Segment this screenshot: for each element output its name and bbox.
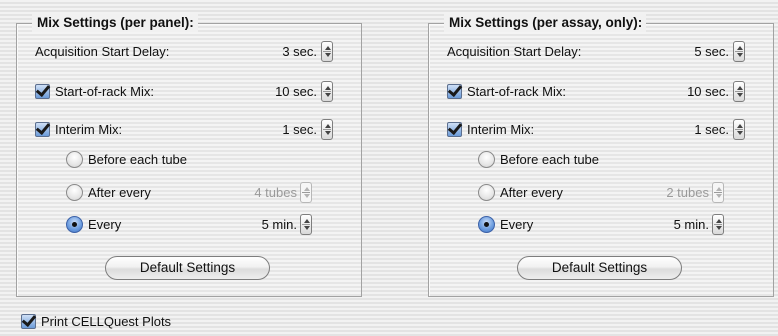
- interim-mix-label: Interim Mix:: [467, 122, 535, 137]
- every-radio[interactable]: [478, 216, 495, 233]
- start-of-rack-row: Start-of-rack Mix: 10 sec.: [429, 81, 773, 103]
- panel-title: Mix Settings (per panel):: [32, 14, 198, 32]
- acquisition-delay-stepper[interactable]: [321, 41, 333, 62]
- every-value: 5 min.: [261, 217, 297, 232]
- start-of-rack-value: 10 sec.: [275, 84, 317, 99]
- after-every-label: After every: [500, 185, 563, 200]
- acquisition-delay-row: Acquisition Start Delay: 3 sec.: [17, 41, 361, 63]
- before-each-tube-radio[interactable]: [478, 151, 495, 168]
- after-every-value: 4 tubes: [254, 185, 297, 200]
- every-stepper[interactable]: [300, 214, 312, 235]
- start-of-rack-checkbox[interactable]: [35, 84, 50, 99]
- before-each-tube-radio[interactable]: [66, 151, 83, 168]
- interim-mix-value: 1 sec.: [694, 122, 729, 137]
- after-every-radio[interactable]: [478, 184, 495, 201]
- after-every-row: After every 4 tubes: [17, 182, 361, 204]
- default-settings-button[interactable]: Default Settings: [517, 256, 682, 280]
- after-every-value: 2 tubes: [666, 185, 709, 200]
- after-every-row: After every 2 tubes: [429, 182, 773, 204]
- start-of-rack-label: Start-of-rack Mix:: [467, 84, 566, 99]
- interim-mix-row: Interim Mix: 1 sec.: [17, 119, 361, 141]
- acquisition-delay-label: Acquisition Start Delay:: [447, 44, 582, 59]
- start-of-rack-value: 10 sec.: [687, 84, 729, 99]
- before-each-tube-row: Before each tube: [17, 149, 361, 171]
- start-of-rack-checkbox[interactable]: [447, 84, 462, 99]
- acquisition-delay-stepper[interactable]: [733, 41, 745, 62]
- before-each-tube-label: Before each tube: [500, 152, 600, 167]
- acquisition-delay-value: 5 sec.: [694, 44, 729, 59]
- every-label: Every: [500, 217, 534, 232]
- every-row: Every 5 min.: [17, 214, 361, 236]
- interim-mix-label: Interim Mix:: [55, 122, 123, 137]
- start-of-rack-stepper[interactable]: [733, 81, 745, 102]
- acquisition-delay-label: Acquisition Start Delay:: [35, 44, 170, 59]
- interim-mix-row: Interim Mix: 1 sec.: [429, 119, 773, 141]
- mix-settings-per-panel-group: Mix Settings (per panel): Acquisition St…: [16, 14, 362, 297]
- after-every-stepper[interactable]: [300, 182, 312, 203]
- after-every-label: After every: [88, 185, 151, 200]
- after-every-stepper[interactable]: [712, 182, 724, 203]
- start-of-rack-row: Start-of-rack Mix: 10 sec.: [17, 81, 361, 103]
- every-row: Every 5 min.: [429, 214, 773, 236]
- print-cellquest-plots-row: Print CELLQuest Plots: [21, 311, 261, 333]
- interim-mix-stepper[interactable]: [733, 119, 745, 140]
- print-cellquest-plots-checkbox[interactable]: [21, 314, 36, 329]
- before-each-tube-label: Before each tube: [88, 152, 188, 167]
- after-every-radio[interactable]: [66, 184, 83, 201]
- interim-mix-checkbox[interactable]: [35, 122, 50, 137]
- acquisition-delay-value: 3 sec.: [282, 44, 317, 59]
- interim-mix-checkbox[interactable]: [447, 122, 462, 137]
- every-value: 5 min.: [673, 217, 709, 232]
- start-of-rack-stepper[interactable]: [321, 81, 333, 102]
- every-radio[interactable]: [66, 216, 83, 233]
- panel-title: Mix Settings (per assay, only):: [444, 14, 647, 32]
- acquisition-delay-row: Acquisition Start Delay: 5 sec.: [429, 41, 773, 63]
- interim-mix-value: 1 sec.: [282, 122, 317, 137]
- mix-settings-per-assay-group: Mix Settings (per assay, only): Acquisit…: [428, 14, 774, 297]
- start-of-rack-label: Start-of-rack Mix:: [55, 84, 154, 99]
- every-label: Every: [88, 217, 122, 232]
- interim-mix-stepper[interactable]: [321, 119, 333, 140]
- print-cellquest-plots-label: Print CELLQuest Plots: [41, 314, 172, 329]
- every-stepper[interactable]: [712, 214, 724, 235]
- default-settings-button[interactable]: Default Settings: [105, 256, 270, 280]
- before-each-tube-row: Before each tube: [429, 149, 773, 171]
